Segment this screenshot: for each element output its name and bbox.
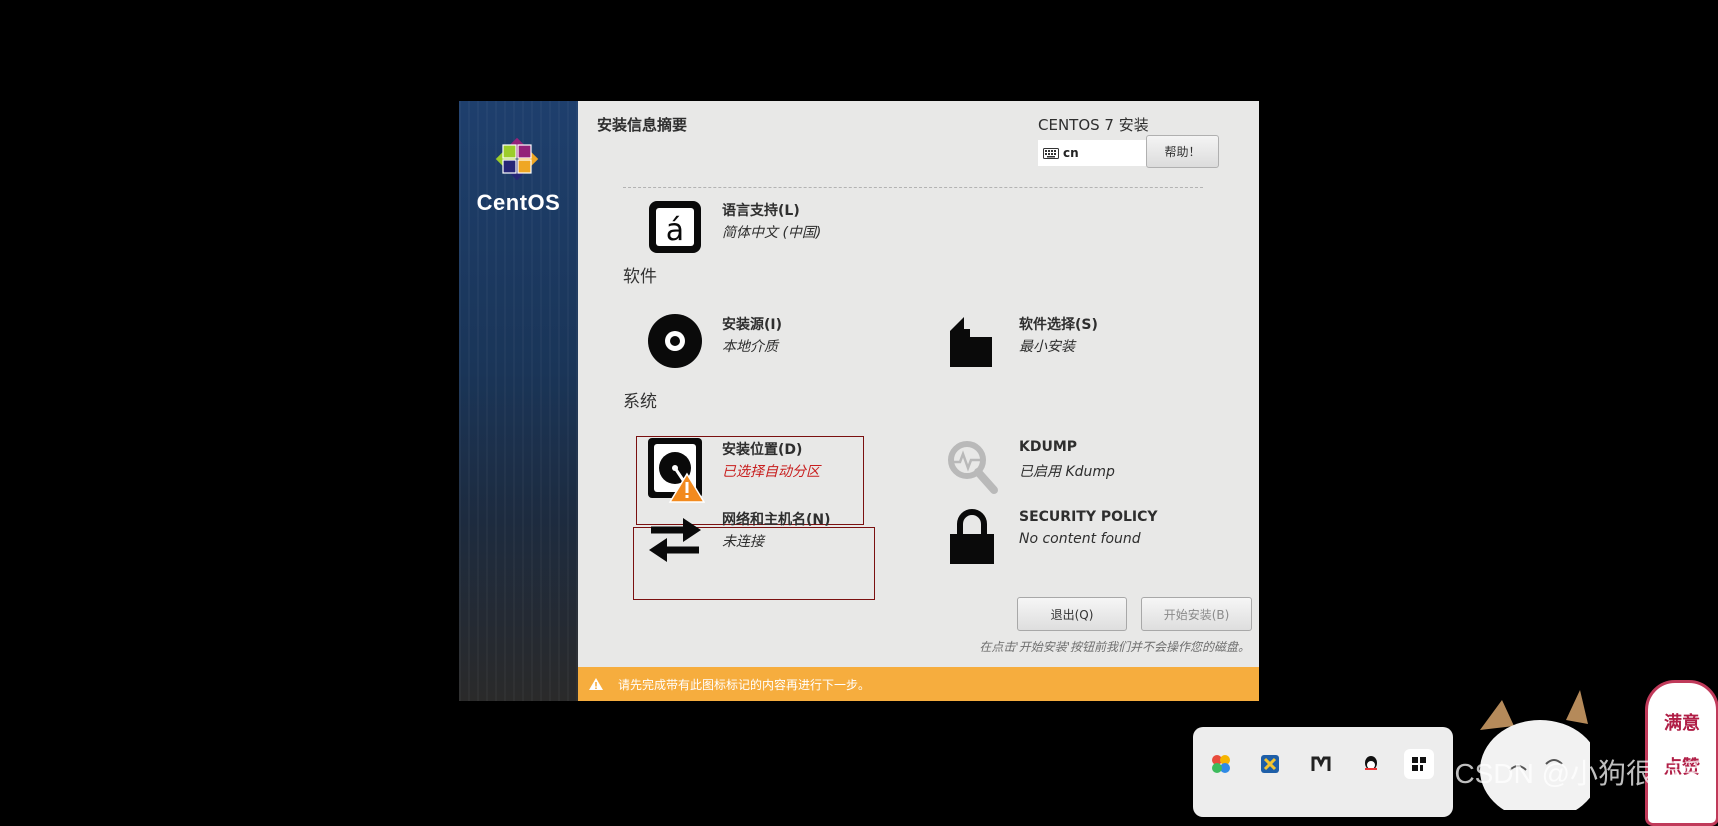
spoke-security-policy[interactable]: SECURITY POLICY No content found bbox=[942, 506, 1202, 568]
csdn-watermark: CSDN @小狗很可爱 bbox=[1454, 758, 1710, 789]
section-software: 软件 bbox=[623, 267, 657, 287]
spoke-install-source[interactable]: 安装源(I) 本地介质 bbox=[645, 311, 905, 373]
mail-app-icon[interactable] bbox=[1306, 749, 1336, 779]
package-icon bbox=[950, 317, 992, 367]
warning-icon bbox=[589, 678, 603, 690]
installer-window: CentOS 安装信息摘要 CENTOS 7 安装 cn 帮助！ á 语言支持(… bbox=[459, 101, 1259, 701]
taskbar-tray bbox=[1193, 727, 1453, 817]
spoke-network-status: 未连接 bbox=[722, 534, 764, 550]
keyboard-layout-label: cn bbox=[1063, 146, 1079, 160]
spoke-security-label: SECURITY POLICY bbox=[1019, 509, 1158, 525]
lock-icon bbox=[950, 509, 994, 564]
spoke-install-destination[interactable]: 安装位置(D) 已选择自动分区 bbox=[645, 436, 905, 503]
sidebar: CentOS bbox=[459, 101, 578, 701]
spoke-software-selection[interactable]: 软件选择(S) 最小安装 bbox=[942, 311, 1202, 373]
spoke-network-hostname[interactable]: 网络和主机名(N) 未连接 bbox=[645, 506, 905, 568]
network-arrows-icon bbox=[649, 518, 701, 562]
warning-bar: 请先完成带有此图标标记的内容再进行下一步。 bbox=[578, 667, 1259, 701]
spoke-security-status: No content found bbox=[1019, 531, 1141, 547]
language-icon: á bbox=[649, 201, 701, 253]
vmware-icon[interactable] bbox=[1255, 749, 1285, 779]
spoke-language[interactable]: á 语言支持(L) 简体中文 (中国) bbox=[645, 197, 905, 259]
magnifier-icon bbox=[948, 441, 998, 494]
spoke-network-label: 网络和主机名(N) bbox=[722, 512, 831, 528]
disk-safety-note: 在点击'开始安装'按钮前我们并不会操作您的磁盘。 bbox=[979, 640, 1250, 654]
begin-installation-button[interactable]: 开始安装(B) bbox=[1141, 597, 1252, 631]
page-title: 安装信息摘要 bbox=[597, 116, 688, 134]
pinwheel-app-icon[interactable] bbox=[1206, 749, 1236, 779]
spoke-destination-status: 已选择自动分区 bbox=[722, 464, 820, 480]
warning-message: 请先完成带有此图标标记的内容再进行下一步。 bbox=[618, 677, 871, 692]
centos-logo-icon bbox=[495, 137, 539, 181]
spoke-language-status: 简体中文 (中国) bbox=[722, 225, 822, 241]
spoke-software-status: 最小安装 bbox=[1019, 339, 1075, 355]
keyboard-indicator[interactable]: cn bbox=[1038, 140, 1146, 166]
section-system: 系统 bbox=[623, 392, 657, 412]
hard-drive-warning-icon bbox=[648, 438, 705, 503]
spoke-source-label: 安装源(I) bbox=[722, 317, 783, 333]
spoke-software-label: 软件选择(S) bbox=[1019, 317, 1098, 333]
pinned-app-icon[interactable] bbox=[1404, 749, 1434, 779]
main-hub: 安装信息摘要 CENTOS 7 安装 cn 帮助！ á 语言支持(L) 简体中文… bbox=[578, 101, 1259, 701]
spoke-language-label: 语言支持(L) bbox=[722, 203, 800, 219]
brand-name: CentOS bbox=[476, 190, 561, 215]
spoke-kdump-label: KDUMP bbox=[1019, 439, 1078, 455]
product-title: CENTOS 7 安装 bbox=[1038, 116, 1149, 134]
quit-button[interactable]: 退出(Q) bbox=[1017, 597, 1127, 631]
spoke-kdump-status: 已启用 Kdump bbox=[1019, 464, 1115, 480]
spoke-source-status: 本地介质 bbox=[722, 339, 778, 355]
divider bbox=[623, 187, 1203, 188]
disc-icon bbox=[648, 314, 702, 368]
svg-text:á: á bbox=[666, 213, 684, 248]
qq-icon[interactable] bbox=[1356, 749, 1386, 779]
spoke-destination-label: 安装位置(D) bbox=[722, 442, 803, 458]
cat-sticker-image bbox=[1480, 690, 1590, 810]
sticker-text-1: 满意 bbox=[1664, 713, 1700, 734]
keyboard-icon bbox=[1043, 147, 1059, 159]
help-button[interactable]: 帮助！ bbox=[1146, 135, 1219, 168]
spoke-kdump[interactable]: KDUMP 已启用 Kdump bbox=[942, 436, 1202, 498]
